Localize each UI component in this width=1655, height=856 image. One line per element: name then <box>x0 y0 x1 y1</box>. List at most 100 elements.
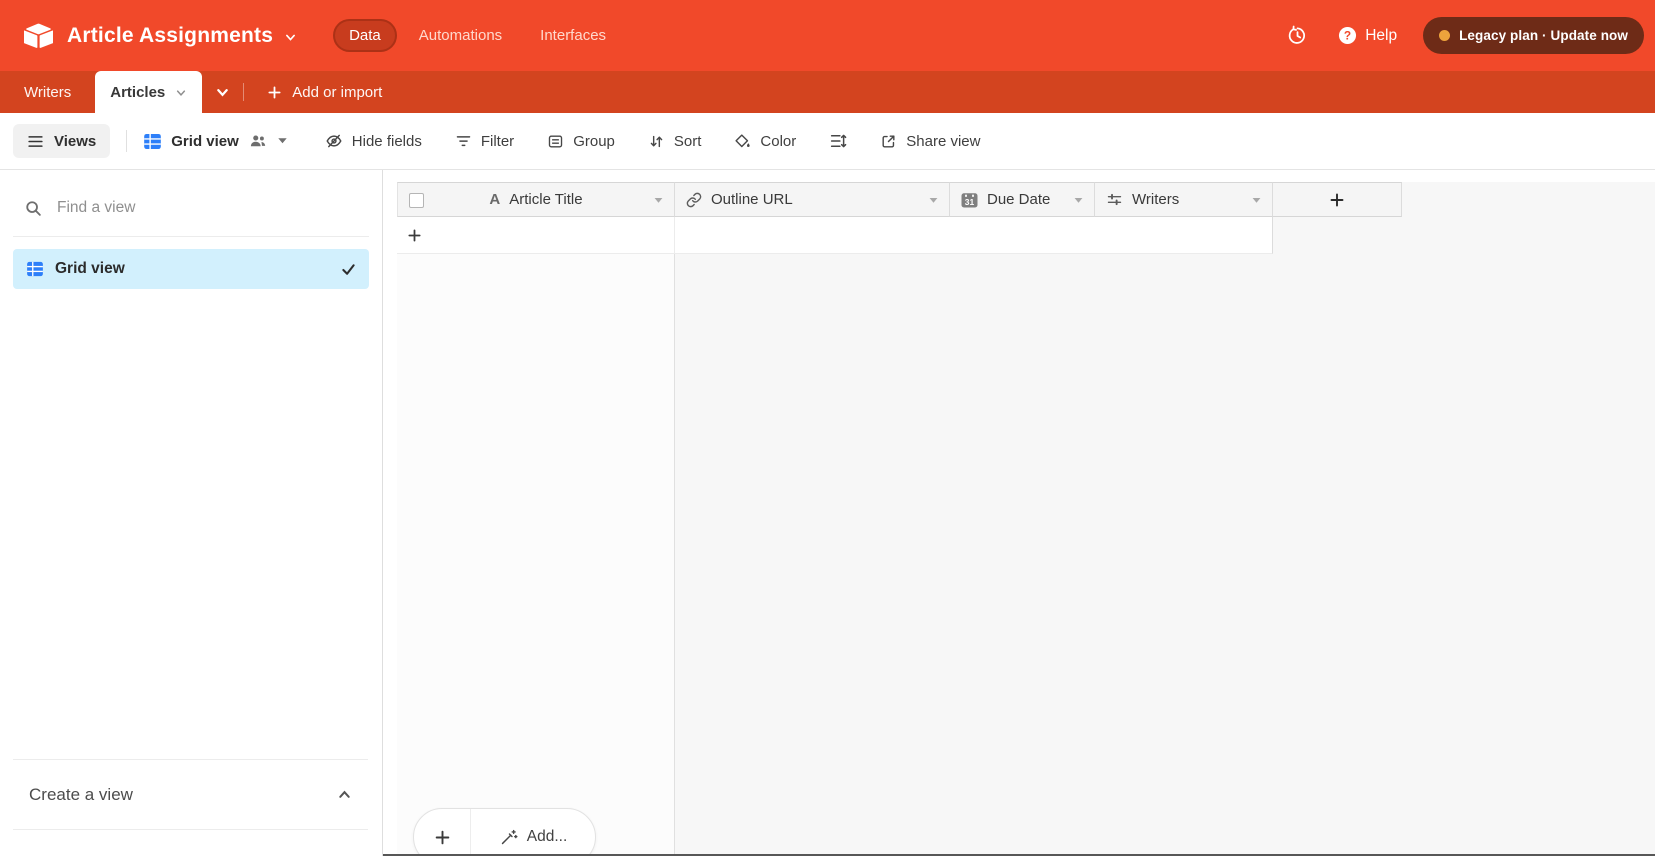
eye-slash-icon <box>325 132 343 150</box>
share-view-label: Share view <box>906 133 980 150</box>
check-icon <box>341 262 356 277</box>
add-record-pill: Add... <box>413 808 596 856</box>
plan-badge[interactable]: Legacy plan · Update now <box>1423 17 1644 54</box>
hide-fields-label: Hide fields <box>352 133 422 150</box>
chevron-down-icon <box>215 85 230 100</box>
view-toolbar: Views Grid view Hide fields Filter Group <box>0 113 1655 170</box>
filter-label: Filter <box>481 133 514 150</box>
add-column-button[interactable] <box>1273 182 1402 217</box>
add-record-plus-button[interactable] <box>414 809 471 856</box>
row-height-icon <box>829 132 847 150</box>
sort-icon <box>648 133 665 150</box>
svg-text:31: 31 <box>965 197 975 207</box>
view-switcher[interactable]: Grid view <box>143 132 288 151</box>
table-tab-writers[interactable]: Writers <box>0 71 95 113</box>
help-label: Help <box>1365 27 1397 45</box>
add-or-import-label: Add or import <box>292 84 382 101</box>
column-dropdown-icon[interactable] <box>654 197 663 204</box>
airtable-logo-icon[interactable] <box>24 23 53 48</box>
filter-button[interactable]: Filter <box>455 133 514 150</box>
base-title[interactable]: Article Assignments <box>67 24 273 48</box>
history-icon[interactable] <box>1287 25 1308 46</box>
base-chevron-down-icon[interactable] <box>284 31 297 44</box>
main-content: Grid view Create a view A Article Title <box>0 170 1655 856</box>
group-label: Group <box>573 133 615 150</box>
table-tab-label: Articles <box>110 84 165 101</box>
view-search <box>13 192 369 224</box>
collaborators-icon <box>248 132 268 150</box>
sidebar-view-item-grid-view[interactable]: Grid view <box>13 249 369 289</box>
column-label: Due Date <box>987 191 1050 208</box>
help-button[interactable]: ? Help <box>1338 26 1397 45</box>
create-view-label: Create a view <box>29 785 133 805</box>
view-search-input[interactable] <box>55 198 369 218</box>
column-dropdown-icon[interactable] <box>929 197 938 204</box>
date-field-icon: 31 <box>961 192 978 208</box>
plan-dot-icon <box>1439 30 1450 41</box>
column-label: Article Title <box>509 191 582 208</box>
column-label: Writers <box>1132 191 1179 208</box>
group-icon <box>547 133 564 150</box>
grid-view-icon <box>143 132 162 151</box>
table-tab-label: Writers <box>24 84 71 101</box>
nav-tab-data[interactable]: Data <box>333 19 397 52</box>
grid-top-strip <box>383 170 1655 182</box>
views-sidebar: Grid view Create a view <box>0 170 383 856</box>
paint-bucket-icon <box>734 133 751 150</box>
views-label: Views <box>54 133 96 150</box>
add-row-cell-rest <box>675 217 1272 253</box>
sort-label: Sort <box>674 133 702 150</box>
grid-area: A Article Title Outline URL <box>383 170 1655 856</box>
view-item-label: Grid view <box>55 260 125 278</box>
row-height-button[interactable] <box>829 132 847 150</box>
nav-tab-interfaces[interactable]: Interfaces <box>524 19 622 52</box>
grid-view-icon <box>26 260 44 278</box>
share-view-button[interactable]: Share view <box>880 133 980 150</box>
hide-fields-button[interactable]: Hide fields <box>325 132 422 150</box>
current-view-name: Grid view <box>171 133 239 150</box>
primary-column-strip <box>397 254 675 856</box>
views-button[interactable]: Views <box>13 124 110 158</box>
add-row-button[interactable] <box>397 217 1273 254</box>
grid-left-gutter <box>383 170 397 856</box>
plus-icon <box>434 829 451 846</box>
table-tab-articles[interactable]: Articles <box>95 71 202 113</box>
add-or-import-button[interactable]: Add or import <box>259 71 390 113</box>
tables-dropdown-button[interactable] <box>215 71 230 113</box>
text-field-icon: A <box>489 191 500 208</box>
color-button[interactable]: Color <box>734 133 796 150</box>
add-record-label: Add... <box>527 828 568 846</box>
plus-icon <box>267 85 282 100</box>
url-field-icon <box>686 192 702 208</box>
column-dropdown-icon[interactable] <box>1074 197 1083 204</box>
create-view-toggle[interactable]: Create a view <box>13 759 368 830</box>
nav-tab-automations[interactable]: Automations <box>403 19 518 52</box>
tabbar-divider <box>243 83 244 101</box>
add-record-expanded-button[interactable]: Add... <box>471 809 595 856</box>
column-header-outline-url[interactable]: Outline URL <box>675 182 950 217</box>
topbar-nav: Data Automations Interfaces <box>333 19 622 52</box>
svg-text:?: ? <box>1344 28 1351 42</box>
column-header-writers[interactable]: Writers <box>1095 182 1273 217</box>
search-icon <box>25 200 42 217</box>
group-button[interactable]: Group <box>547 133 615 150</box>
topbar-right: ? Help Legacy plan · Update now <box>1287 17 1644 54</box>
share-icon <box>880 133 897 150</box>
select-all-checkbox[interactable] <box>409 193 424 208</box>
multiselect-field-icon <box>1106 191 1123 208</box>
hamburger-icon <box>27 133 44 150</box>
magic-wand-icon <box>499 828 518 847</box>
sort-button[interactable]: Sort <box>648 133 702 150</box>
plan-badge-label: Legacy plan · Update now <box>1459 28 1628 43</box>
plus-icon <box>1329 192 1345 208</box>
color-label: Color <box>760 133 796 150</box>
table-tabs-bar: Writers Articles Add or import <box>0 71 1655 113</box>
column-dropdown-icon[interactable] <box>1252 197 1261 204</box>
funnel-icon <box>455 133 472 150</box>
column-header-due-date[interactable]: 31 Due Date <box>950 182 1095 217</box>
sidebar-divider <box>13 236 369 237</box>
topbar: Article Assignments Data Automations Int… <box>0 0 1655 71</box>
table-menu-chevron-icon[interactable] <box>175 87 187 99</box>
column-header-article-title[interactable]: A Article Title <box>397 182 675 217</box>
column-label: Outline URL <box>711 191 793 208</box>
